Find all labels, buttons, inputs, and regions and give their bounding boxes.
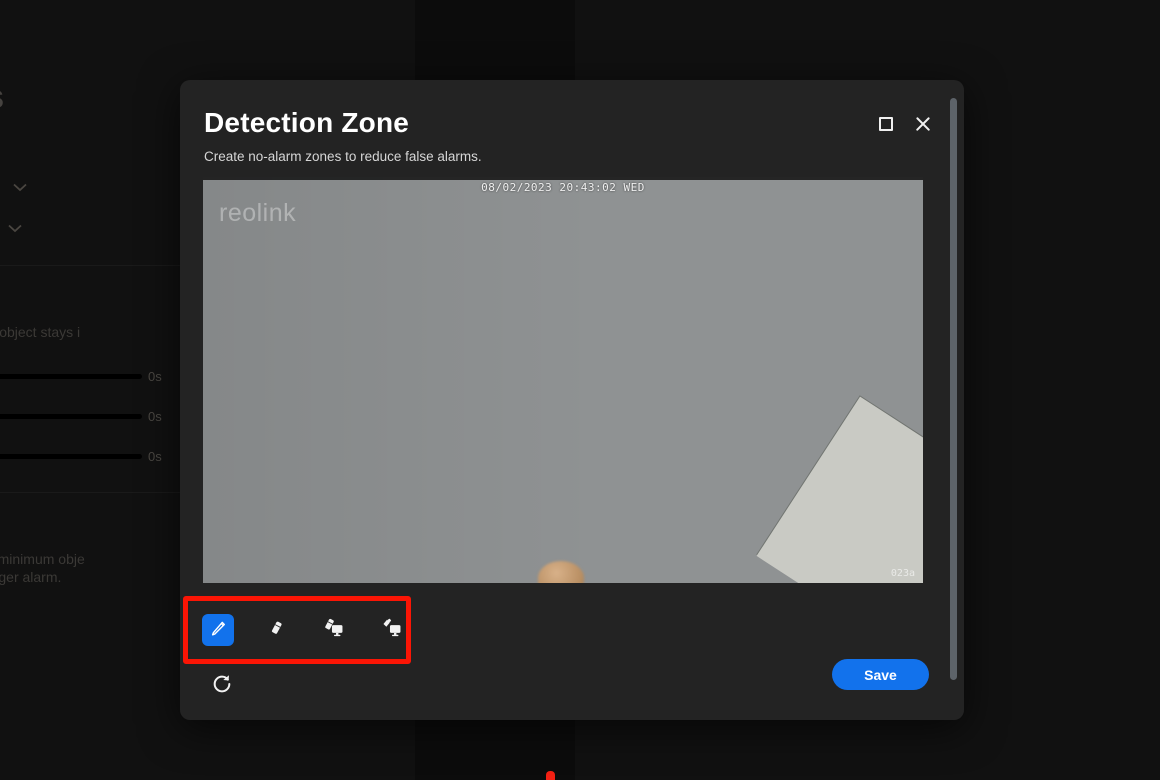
eraser-tool-button[interactable] [260,614,292,646]
delay-slider-1[interactable] [0,374,142,379]
dialog-scrollbar-thumb[interactable] [950,98,957,680]
dialog-subtitle: Create no-alarm zones to reduce false al… [204,149,482,164]
fill-all-tool-button[interactable] [376,614,408,646]
clear-all-tool-button[interactable] [318,614,350,646]
delay-description-line-1: ed when a detection object stays i [0,324,81,340]
close-x-glyph [914,115,932,133]
undo-reset-button[interactable] [208,672,236,700]
page-title: Settings [0,78,4,117]
maximize-icon[interactable] [873,111,899,137]
preview-shading [203,177,599,583]
object-size-description-line-2: bject size will not trigger alarm. [0,569,62,585]
eraser-icon [267,618,286,642]
save-button[interactable]: Save [832,659,929,690]
delay-slider-1-value: 0s [148,369,162,384]
preview-top-bar [203,177,923,180]
undo-reset-icon [211,673,233,700]
drawing-toolbar [192,603,404,657]
background-red-marker [546,771,555,780]
delay-slider-2-value: 0s [148,409,162,424]
pen-icon [209,618,228,642]
preview-channel-label: 023a [890,568,915,579]
dialog-scrollbar[interactable] [950,94,957,706]
eraser-screen-icon [323,617,345,644]
delay-slider-3-value: 0s [148,449,162,464]
chevron-down-icon-secondary[interactable] [8,224,22,233]
object-size-description-line-1: are smaller than the minimum obje [0,551,85,567]
chevron-down-icon[interactable] [13,183,27,192]
dialog-title: Detection Zone [204,107,410,138]
close-icon[interactable] [910,111,936,137]
pen-tool-button[interactable] [202,614,234,646]
maximize-square-glyph [879,117,893,131]
brush-screen-icon [381,617,403,644]
preview-timestamp: 08/02/2023 20:43:02 WED [481,181,645,194]
detection-zone-dialog: Detection Zone Create no-alarm zones to … [180,80,964,720]
delay-slider-3[interactable] [0,454,142,459]
delay-slider-2[interactable] [0,414,142,419]
reolink-watermark: reolink [219,199,297,227]
camera-preview-canvas[interactable]: 08/02/2023 20:43:02 WED reolink 023a [203,177,923,583]
